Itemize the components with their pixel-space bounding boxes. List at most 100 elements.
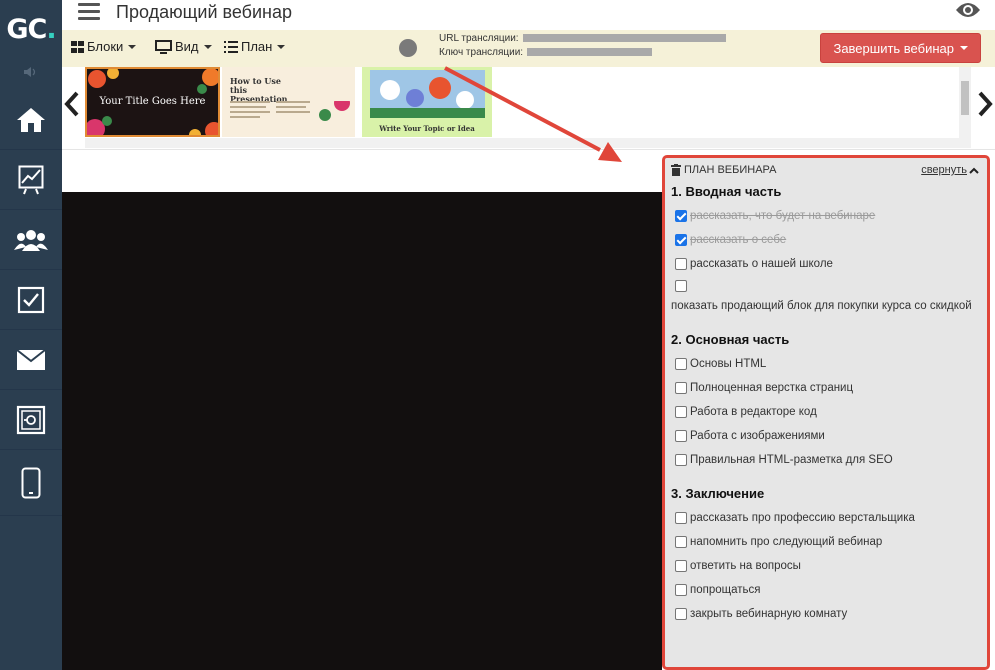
sidebar-item-mail[interactable] bbox=[0, 330, 62, 390]
plan-item: напомнить про следующий вебинар bbox=[671, 534, 979, 550]
chevron-down-icon bbox=[960, 46, 968, 50]
plan-item-checkbox[interactable] bbox=[675, 512, 687, 524]
chevron-left-icon[interactable] bbox=[64, 91, 80, 122]
collapse-link[interactable]: свернуть bbox=[921, 164, 979, 176]
plan-item: Работа в редакторе код bbox=[671, 404, 979, 420]
video-area[interactable] bbox=[62, 192, 662, 670]
mail-icon bbox=[16, 348, 46, 370]
slide-title: Write Your Topic or Idea bbox=[379, 124, 475, 133]
plan-item-label: попрощаться bbox=[690, 584, 761, 596]
slide-title: How to Use this Presentation bbox=[230, 76, 288, 104]
plan-item: Работа с изображениями bbox=[671, 428, 979, 444]
safe-icon bbox=[16, 405, 46, 434]
plan-item-checkbox[interactable] bbox=[675, 430, 687, 442]
collapse-label: свернуть bbox=[921, 164, 967, 176]
slides-strip: Your Title Goes Here How to Use this Pre… bbox=[62, 67, 995, 150]
sidebar-item-home[interactable] bbox=[0, 90, 62, 150]
plan-item-checkbox[interactable] bbox=[675, 234, 687, 246]
plan-item-label: напомнить про следующий вебинар bbox=[690, 536, 883, 548]
plan-item-checkbox[interactable] bbox=[675, 358, 687, 370]
menu-icon[interactable] bbox=[78, 3, 100, 21]
sidebar-item-users[interactable] bbox=[0, 210, 62, 270]
logo[interactable]: GC. bbox=[0, 0, 62, 58]
logo-accent: . bbox=[46, 13, 56, 45]
broadcast-status-indicator bbox=[399, 39, 417, 57]
chart-icon bbox=[18, 165, 44, 194]
view-menu-button[interactable]: Вид bbox=[155, 39, 212, 54]
grid-icon bbox=[71, 40, 84, 53]
plan-header: ПЛАН ВЕБИНАРА свернуть bbox=[671, 162, 979, 178]
plan-section-title: 1. Вводная часть bbox=[671, 184, 782, 199]
plan-item: Полноценная верстка страниц bbox=[671, 380, 979, 396]
logo-main: GC bbox=[6, 13, 47, 45]
end-webinar-button[interactable]: Завершить вебинар bbox=[820, 33, 981, 63]
plan-item-label: Полноценная верстка страниц bbox=[690, 382, 854, 394]
horizontal-scrollbar[interactable] bbox=[85, 138, 971, 148]
slide-thumbnail[interactable]: Your Title Goes Here bbox=[85, 67, 220, 137]
plan-item-label: рассказать о себе bbox=[690, 234, 787, 246]
blocks-label: Блоки bbox=[87, 39, 124, 54]
plan-item: Правильная HTML-разметка для SEO bbox=[671, 452, 979, 468]
plan-item-checkbox[interactable] bbox=[675, 536, 687, 548]
plan-item-label: рассказать, что будет на вебинаре bbox=[690, 210, 876, 222]
plan-item: рассказать, что будет на вебинаре bbox=[671, 208, 979, 224]
blocks-menu-button[interactable]: Блоки bbox=[71, 39, 137, 54]
plan-item-label: Работа в редакторе код bbox=[690, 406, 817, 418]
vertical-scrollbar[interactable] bbox=[959, 67, 971, 142]
stream-key-label: Ключ трансляции: bbox=[439, 47, 524, 58]
sidebar-item-safe[interactable] bbox=[0, 390, 62, 450]
eye-icon[interactable] bbox=[955, 1, 981, 24]
slide-thumbnail[interactable]: How to Use this Presentation bbox=[222, 67, 355, 137]
slide-thumbnail[interactable]: Write Your Topic or Idea bbox=[362, 67, 492, 137]
chevron-down-icon bbox=[128, 44, 137, 49]
plan-item-label: Работа с изображениями bbox=[690, 430, 825, 442]
plan-item-label: ответить на вопросы bbox=[690, 560, 801, 572]
plan-menu-button[interactable]: План bbox=[224, 39, 286, 54]
plan-item-checkbox[interactable] bbox=[675, 280, 687, 292]
plan-item-checkbox[interactable] bbox=[675, 560, 687, 572]
plan-title: ПЛАН ВЕБИНАРА bbox=[684, 164, 777, 176]
plan-body: 1. Вводная часть рассказать, что будет на… bbox=[671, 182, 979, 622]
page-title: Продающий вебинар bbox=[116, 2, 292, 22]
webinar-plan-panel: ПЛАН ВЕБИНАРА свернуть 1. Вводная часть р… bbox=[662, 155, 990, 670]
chevron-right-icon[interactable] bbox=[977, 91, 993, 122]
chevron-up-icon bbox=[969, 167, 979, 174]
plan-item-checkbox[interactable] bbox=[675, 608, 687, 620]
plan-item-checkbox[interactable] bbox=[675, 584, 687, 596]
plan-item: рассказать о нашей школе bbox=[671, 256, 979, 272]
plan-section-title: 3. Заключение bbox=[671, 486, 765, 501]
plan-item: Основы HTML bbox=[671, 356, 979, 372]
stream-key-value-redacted[interactable] bbox=[527, 48, 653, 57]
plan-item: закрыть вебинарную комнату bbox=[671, 606, 979, 622]
plan-item-label: Правильная HTML-разметка для SEO bbox=[690, 454, 893, 466]
plan-item-checkbox[interactable] bbox=[675, 406, 687, 418]
plan-item-label: закрыть вебинарную комнату bbox=[690, 608, 848, 620]
trash-icon[interactable] bbox=[671, 164, 681, 176]
toolbar: Блоки Вид План URL трансляции: Ключ тран… bbox=[62, 30, 995, 67]
plan-item-label: Основы HTML bbox=[690, 358, 767, 370]
plan-item-label: показать продающий блок для покупки курс… bbox=[671, 300, 972, 312]
sidebar-item-mobile[interactable] bbox=[0, 450, 62, 516]
sidebar-item-tasks[interactable] bbox=[0, 270, 62, 330]
list-icon bbox=[224, 40, 238, 53]
chevron-down-icon bbox=[277, 44, 286, 49]
view-label: Вид bbox=[175, 39, 199, 54]
plan-item: попрощаться bbox=[671, 582, 979, 598]
sidebar-item-reports[interactable] bbox=[0, 150, 62, 210]
plan-item: ответить на вопросы bbox=[671, 558, 979, 574]
plan-item-checkbox[interactable] bbox=[675, 210, 687, 222]
plan-item: рассказать про профессию верстальщика bbox=[671, 510, 979, 526]
users-icon bbox=[14, 229, 48, 251]
stream-info: URL трансляции: Ключ трансляции: bbox=[439, 32, 726, 60]
home-icon bbox=[17, 107, 45, 132]
stream-url-value-redacted[interactable] bbox=[522, 34, 726, 43]
plan-item-label: рассказать про профессию верстальщика bbox=[690, 512, 915, 524]
slide-content-lines bbox=[230, 101, 350, 121]
plan-item: показать продающий блок для покупки курс… bbox=[671, 280, 979, 314]
header: Продающий вебинар bbox=[62, 0, 995, 30]
sidebar: GC. bbox=[0, 0, 62, 670]
plan-item-checkbox[interactable] bbox=[675, 454, 687, 466]
plan-item-checkbox[interactable] bbox=[675, 258, 687, 270]
plan-label: План bbox=[241, 39, 273, 54]
plan-item-checkbox[interactable] bbox=[675, 382, 687, 394]
